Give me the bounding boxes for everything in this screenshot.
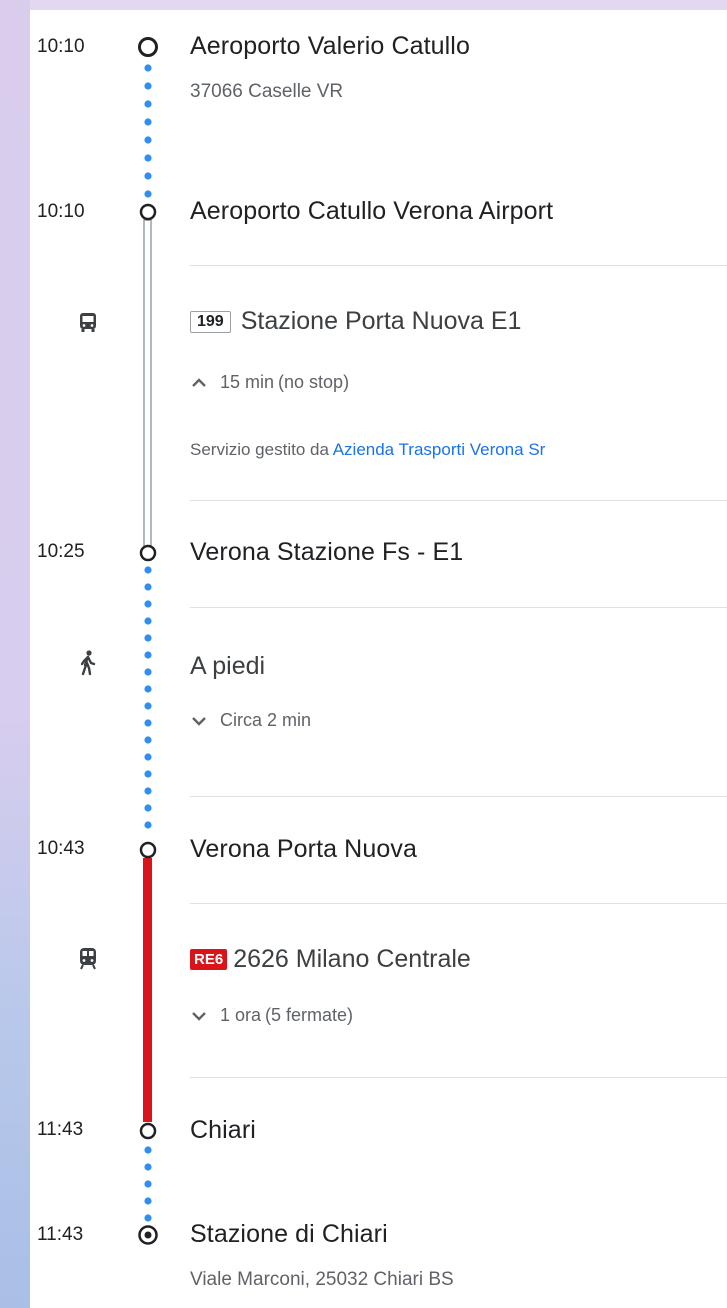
chevron-down-icon (192, 716, 206, 726)
bus-icon (78, 312, 98, 334)
walk-duration: Circa 2 min (220, 710, 312, 730)
bus-stop-time: 10:10 (37, 201, 85, 222)
bus-stop-name[interactable]: Aeroporto Catullo Verona Airport (190, 197, 553, 226)
train-stops-note: (5 fermate) (265, 1005, 354, 1025)
destination-name[interactable]: Stazione di Chiari (190, 1220, 388, 1249)
divider (190, 500, 727, 501)
divider (190, 903, 727, 904)
bus-duration: 15 min (220, 372, 275, 392)
train-duration: 1 ora (220, 1005, 262, 1025)
chevron-up-icon (192, 377, 206, 387)
train-icon (78, 947, 98, 971)
train-stops-toggle[interactable]: 1 ora (5 fermate) (190, 1005, 353, 1026)
bus-stops-toggle[interactable]: 15 min (no stop) (190, 372, 349, 393)
divider (190, 1077, 727, 1078)
bus-stops-note: (no stop) (278, 372, 350, 392)
origin-address: 37066 Caselle VR (190, 81, 344, 102)
train-stop-time: 10:43 (37, 838, 85, 859)
origin-name[interactable]: Aeroporto Valerio Catullo (190, 32, 470, 61)
bus-headsign: Stazione Porta Nuova E1 (240, 307, 522, 335)
divider (190, 796, 727, 797)
bus-arrival-name[interactable]: Verona Stazione Fs - E1 (190, 538, 463, 567)
train-stop-name[interactable]: Verona Porta Nuova (190, 835, 417, 864)
operator-prefix: Servizio gestito da (190, 440, 329, 459)
train-line-header[interactable]: RE6 2626 Milano Centrale (190, 945, 471, 974)
operator-link[interactable]: Azienda Trasporti Verona Sr (333, 440, 546, 459)
bus-arrival-time: 10:25 (37, 541, 85, 562)
chevron-down-icon (192, 1011, 206, 1021)
train-headsign: 2626 Milano Centrale (233, 945, 471, 973)
train-arrival-name[interactable]: Chiari (190, 1116, 256, 1145)
route-number-badge: 199 (190, 310, 231, 333)
divider (190, 265, 727, 266)
operator-info: Servizio gestito da Azienda Trasporti Ve… (190, 440, 545, 460)
walk-label[interactable]: A piedi (190, 652, 265, 681)
origin-time: 10:10 (37, 36, 85, 57)
destination-address: Viale Marconi, 25032 Chiari BS (190, 1269, 454, 1290)
train-arrival-time: 11:43 (37, 1119, 84, 1140)
background (0, 0, 30, 1308)
bus-line-header[interactable]: 199 Stazione Porta Nuova E1 (190, 307, 521, 336)
destination-time: 11:43 (37, 1224, 84, 1245)
train-category-badge: RE6 (190, 949, 228, 970)
walking-icon (78, 650, 98, 676)
divider (190, 607, 727, 608)
walk-details-toggle[interactable]: Circa 2 min (190, 710, 311, 731)
